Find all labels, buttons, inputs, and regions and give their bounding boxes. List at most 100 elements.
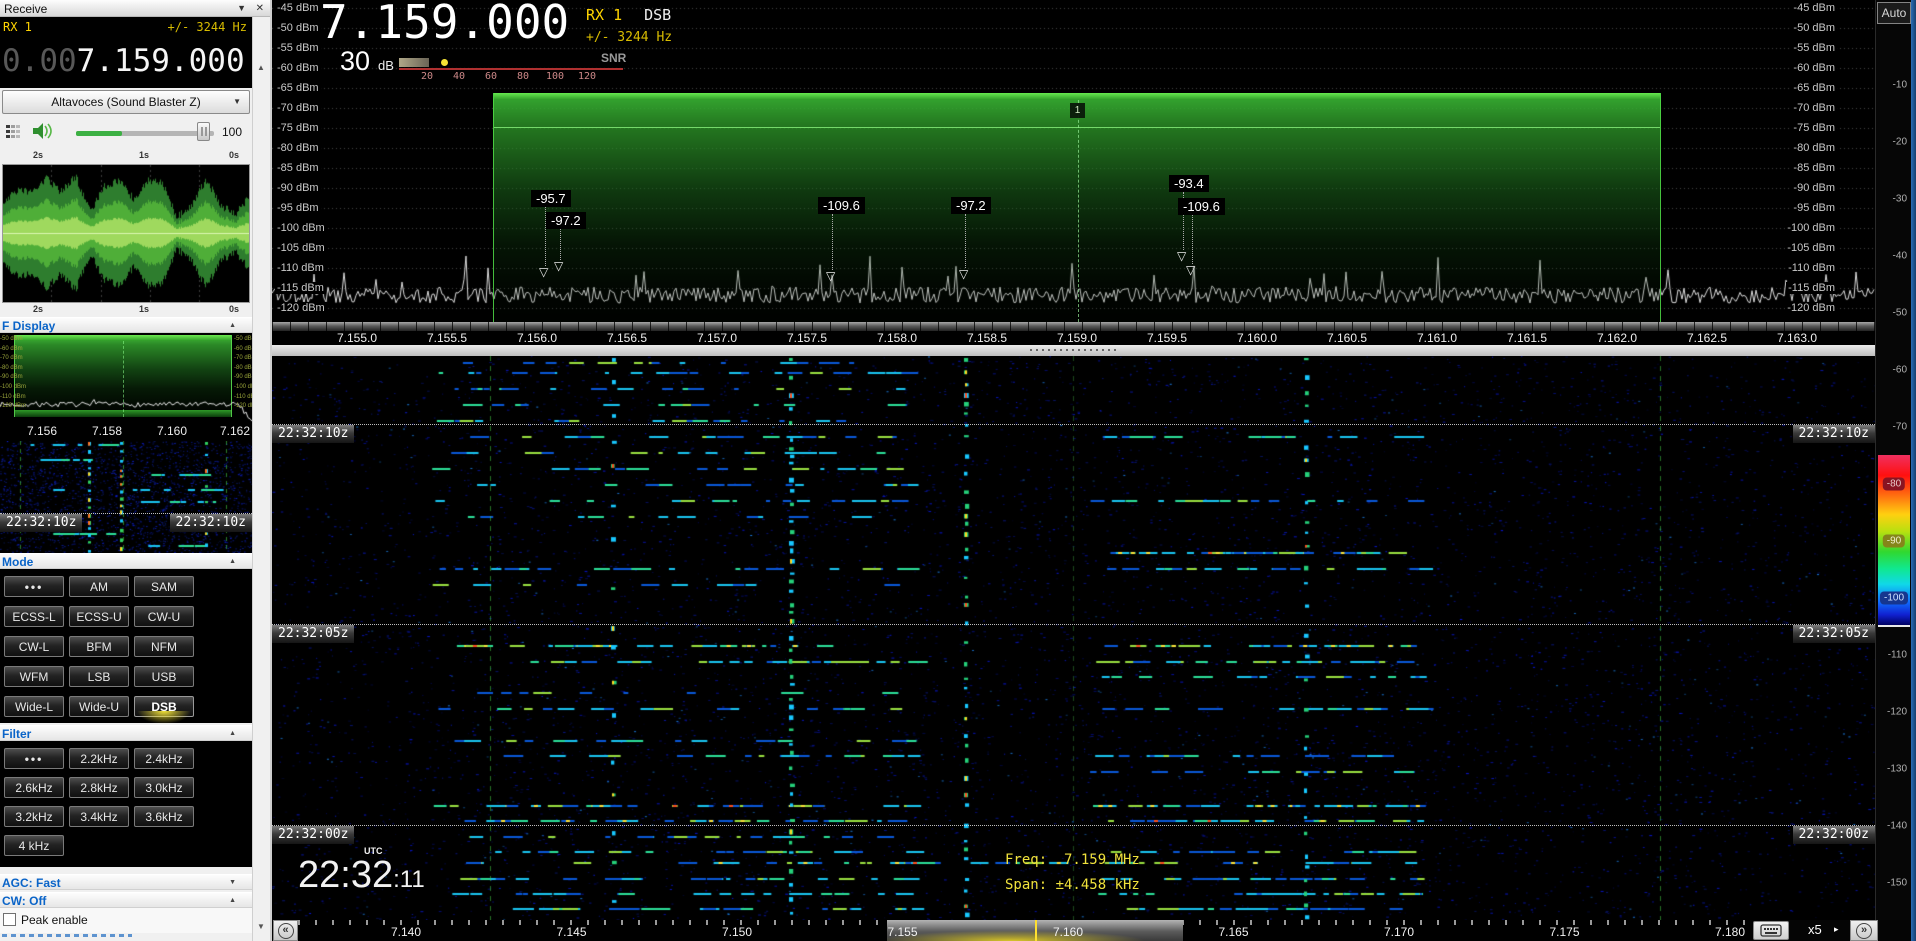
spectrum-rx-label: RX 1 [586,6,622,24]
filter-section-header[interactable]: Filter [0,725,252,741]
if-dbm-label: -50 dBm [0,335,14,345]
waterfall-time-gridline [272,624,1875,625]
auto-scale-button[interactable]: Auto [1877,2,1911,24]
waterfall-display[interactable]: 22:32:10z22:32:10z22:32:05z22:32:05z22:3… [272,356,1875,920]
filter-button-30khz[interactable]: 3.0kHz [134,777,194,798]
audio-device-dropdown[interactable]: Altavoces (Sound Blaster Z) [2,90,250,114]
collapse-icon[interactable] [229,897,236,904]
spectrum-frequency-ruler[interactable] [272,322,1875,331]
nav-step-right-button[interactable] [1850,920,1878,941]
splitter-grip-icon[interactable] [1030,349,1116,351]
double-right-arrow-icon [1856,923,1872,939]
dbm-axis-label: -80 dBm [275,142,321,154]
window-close-icon[interactable] [256,3,264,14]
receive-window-titlebar[interactable]: Receive [0,0,270,17]
mode-button-dsb[interactable]: DSB [134,696,194,717]
mode-button-wideu[interactable]: Wide-U [69,696,129,717]
band-ruler[interactable]: 7.1407.1457.1507.1557.1607.1657.1707.175… [298,920,1750,941]
if-waterfall-timestamp-right: 22:32:10z [170,514,252,532]
frequency-main-digits: 7.159.000 [77,43,245,79]
filter-button-4khz[interactable]: 4 kHz [4,835,64,856]
frequency-display[interactable]: 0.007.159.000 [0,35,252,88]
dbm-axis-label: -65 dBm [275,82,321,94]
mode-button-bfm[interactable]: BFM [69,636,129,657]
waterfall-colorbar[interactable]: -80-90-100 [1878,455,1910,627]
collapse-icon[interactable] [229,322,236,329]
filter-button-26khz[interactable]: 2.6kHz [4,777,64,798]
mode-button-widel[interactable]: Wide-L [4,696,64,717]
collapse-icon[interactable] [229,558,236,565]
frequency-tick-label: 7.157.0 [697,331,737,345]
chevron-down-icon [233,91,241,113]
mode-section-header[interactable]: Mode [0,553,252,569]
dbm-axis-label: -85 dBm [275,162,321,174]
waterfall-timestamp-left: 22:32:00z [272,826,354,844]
scale-label: -120 [1887,707,1907,718]
mode-button-usb[interactable]: USB [134,666,194,687]
equalizer-icon[interactable] [6,124,23,139]
waterfall-timestamp-right: 22:32:10z [1793,425,1875,443]
frequency-tick-label: 7.155.0 [337,331,377,345]
filter-button-panel: •••2.2kHz2.4kHz2.6kHz2.8kHz3.0kHz3.2kHz3… [0,741,252,867]
dbm-axis-label: -120 dBm [275,302,327,314]
expand-icon[interactable] [229,879,236,886]
filter-button-24khz[interactable]: 2.4kHz [134,748,194,769]
dbm-axis-label: -45 dBm [275,2,321,14]
mode-button-cwu[interactable]: CW-U [134,606,194,627]
filter-passband-region[interactable]: 1 [493,93,1661,322]
mode-button-ecssl[interactable]: ECSS-L [4,606,64,627]
frequency-navigator[interactable]: 7.1407.1457.1507.1557.1607.1657.1707.175… [272,920,1916,941]
marker-triangle-icon [826,270,835,282]
keyboard-entry-button[interactable] [1753,921,1789,940]
waterfall-time-gridline [272,825,1875,826]
dbm-axis-label: -120 dBm [1785,302,1837,314]
receive-panel-scrollbar[interactable] [252,17,270,941]
snr-meter-scale-line [399,68,623,70]
dbm-axis-label: -90 dBm [1791,182,1837,194]
scale-label: -10 [1893,80,1907,91]
frequency-tick-label: 7.161.5 [1507,331,1547,345]
mode-button-[interactable]: ••• [4,576,64,597]
peak-enable-checkbox[interactable] [3,913,16,926]
colorbar-label: -90 [1883,535,1905,548]
if-dbm-label: -120 dBm [234,402,248,412]
zoom-menu-caret-icon[interactable] [1834,924,1839,935]
scale-label: -140 [1887,821,1907,832]
scroll-down-icon[interactable] [257,922,265,931]
filter-button-34khz[interactable]: 3.4kHz [69,806,129,827]
dbm-axis-label: -55 dBm [275,42,321,54]
frequency-dim-digits: 0.00 [2,43,77,79]
filter-button-28khz[interactable]: 2.8kHz [69,777,129,798]
collapse-icon[interactable] [229,730,236,737]
window-collapse-icon[interactable] [237,3,246,13]
snr-meter-peak-dot [441,59,448,66]
mode-button-wfm[interactable]: WFM [4,666,64,687]
filter-button-36khz[interactable]: 3.6kHz [134,806,194,827]
if-display-section-header[interactable]: F Display [0,317,252,333]
audio-device-value: Altavoces (Sound Blaster Z) [51,95,200,109]
mode-button-am[interactable]: AM [69,576,129,597]
speaker-icon[interactable] [32,121,54,141]
passband-top-edge[interactable] [494,93,1660,100]
spectrum-display[interactable]: 1 7.159.000 RX 1DSB +/- 3244 Hz 30 dB SN… [272,0,1875,345]
mode-button-nfm[interactable]: NFM [134,636,194,657]
volume-slider-handle[interactable] [197,122,210,141]
mode-button-ecssu[interactable]: ECSS-U [69,606,129,627]
cw-section-header[interactable]: CW: Off [0,892,252,908]
snr-label: SNR [601,51,626,65]
filter-button-[interactable]: ••• [4,748,64,769]
mode-button-lsb[interactable]: LSB [69,666,129,687]
mode-button-cwl[interactable]: CW-L [4,636,64,657]
spectrum-rx-mode-row: RX 1DSB [586,6,671,24]
mode-button-sam[interactable]: SAM [134,576,194,597]
scope-time-axis-top: 2s 1s 0s [0,150,252,162]
panel-splitter[interactable] [272,345,1875,356]
agc-section-header[interactable]: AGC: Fast [0,874,252,890]
nav-step-left-button[interactable] [273,920,298,941]
amplitude-scale-column: Auto -80-90-100 -10-20-30-40-50-60-70-11… [1875,0,1911,920]
scroll-up-icon[interactable] [257,63,265,72]
waterfall-canvas[interactable] [272,356,1875,920]
filter-button-32khz[interactable]: 3.2kHz [4,806,64,827]
zoom-factor-button[interactable]: x5 [1808,922,1822,937]
filter-button-22khz[interactable]: 2.2kHz [69,748,129,769]
